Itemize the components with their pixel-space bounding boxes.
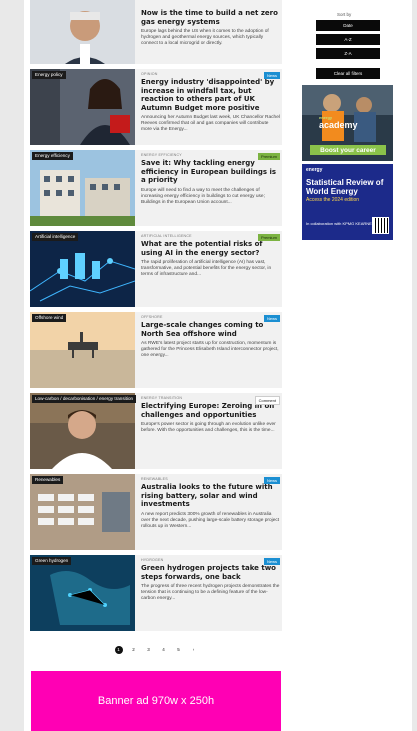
ad-collaboration: In collaboration with KPMG KEARNEY (306, 221, 375, 226)
article-thumbnail[interactable] (30, 474, 135, 550)
energy-academy-ad[interactable]: energy academy Boost your career (302, 85, 393, 161)
article-meta: RENEWABLES (141, 477, 168, 481)
article-title[interactable]: Now is the time to build a net zero gas … (141, 9, 280, 26)
article-excerpt: The progress of three recent hydrogen pr… (141, 584, 280, 602)
article-excerpt: As RWE's latest project starts up for co… (141, 341, 279, 359)
offshore-platform-sea-image (30, 312, 135, 388)
ad-title: Statistical Review of World Energy (306, 178, 384, 196)
article-title[interactable]: Australia looks to the future with risin… (141, 483, 280, 509)
article-type-badge: News (263, 315, 280, 322)
man-video-call-image (30, 393, 135, 469)
pagination: 1 2 3 4 5 › (24, 646, 288, 654)
article-type-badge: Premium (257, 153, 280, 160)
sort-a-z-button[interactable]: A-Z (316, 34, 380, 45)
chancellor-red-box-image (30, 69, 135, 145)
residential-buildings-image (30, 150, 135, 226)
ad-logo: energy (306, 167, 323, 173)
article-body: RENEWABLES Australia looks to the future … (141, 476, 280, 530)
article-type-badge: Comment (254, 396, 280, 405)
article-card[interactable]: Low-carbon / decarbonisation / energy tr… (30, 393, 282, 469)
article-card[interactable]: Now is the time to build a net zero gas … (30, 0, 282, 64)
article-excerpt: The rapid proliferation of artificial in… (141, 260, 272, 278)
hydrogen-map-image (30, 555, 135, 631)
article-category-tag[interactable]: Green hydrogen (32, 557, 72, 565)
article-body: Now is the time to build a net zero gas … (141, 2, 280, 47)
sort-label: Sort by (337, 12, 352, 17)
article-thumbnail[interactable] (30, 69, 135, 145)
article-type-badge: News (263, 558, 280, 565)
article-title[interactable]: What are the potential risks of using AI… (141, 240, 280, 257)
article-category-tag[interactable]: Energy efficiency (32, 152, 73, 160)
article-card[interactable]: Energy efficiency ENERGY EFFICIENCY Save i… (30, 150, 282, 226)
digital-energy-network-image (30, 231, 135, 307)
boost-career-button[interactable]: Boost your career (310, 145, 386, 155)
sort-date-button[interactable]: Date (316, 20, 380, 31)
article-meta: OPINION (141, 72, 158, 76)
article-category-tag[interactable]: Energy policy (32, 71, 66, 79)
page-number-button[interactable]: 3 (145, 646, 153, 654)
article-type-badge: News (263, 477, 280, 484)
ad-logo: energy academy (319, 115, 358, 130)
article-thumbnail[interactable] (30, 231, 135, 307)
page: Now is the time to build a net zero gas … (24, 0, 412, 731)
page-number-button[interactable]: 4 (160, 646, 168, 654)
article-category-tag[interactable]: Offshore wind (32, 314, 67, 322)
portrait-grey-hair-man-image (30, 0, 135, 64)
article-card[interactable]: Renewables RENEWABLES Australia looks to t… (30, 474, 282, 550)
banner-ad[interactable]: Banner ad 970w x 250h (31, 671, 281, 731)
page-number-button[interactable]: 1 (114, 646, 123, 654)
article-title[interactable]: Save it: Why tackling energy efficiency … (141, 159, 280, 185)
article-thumbnail[interactable] (30, 312, 135, 388)
article-type-badge: Premium (257, 234, 280, 241)
article-excerpt: Europe's power sector is going through a… (141, 422, 276, 434)
battery-storage-aerial-image (30, 474, 135, 550)
article-title[interactable]: Energy industry 'disappointed' by increa… (141, 78, 280, 112)
article-card[interactable]: Energy policy OPINION Energy industry 'dis… (30, 69, 282, 145)
article-excerpt: A new report predicts 300% growth of ren… (141, 511, 280, 529)
article-title[interactable]: Large-scale changes coming to North Sea … (141, 321, 280, 338)
page-number-button[interactable]: 2 (130, 646, 138, 654)
article-body: ENERGY EFFICIENCY Save it: Why tackling e… (141, 152, 280, 206)
article-card[interactable]: Offshore wind OFFSHORE Large-scale changes… (30, 312, 282, 388)
article-body: OFFSHORE Large-scale changes coming to No… (141, 314, 280, 359)
article-type-badge: News (263, 72, 280, 79)
article-body: HYDROGEN Green hydrogen projects take two… (141, 557, 280, 602)
article-thumbnail[interactable] (30, 0, 135, 64)
sort-z-a-button[interactable]: Z-A (316, 48, 380, 59)
article-meta (141, 2, 280, 8)
article-category-tag[interactable]: Low-carbon / decarbonisation / energy tr… (32, 395, 137, 403)
article-meta: OFFSHORE (141, 315, 163, 319)
article-thumbnail[interactable] (30, 393, 135, 469)
article-feed: Now is the time to build a net zero gas … (30, 0, 282, 636)
qr-code-icon (372, 217, 389, 234)
article-card[interactable]: Artificial intelligence ARTIFICIAL INTELL… (30, 231, 282, 307)
article-thumbnail[interactable] (30, 150, 135, 226)
article-category-tag[interactable]: Artificial intelligence (32, 233, 79, 241)
article-card[interactable]: Green hydrogen HYDROGEN Green hydrogen pro… (30, 555, 282, 631)
ad-subtitle: Access the 2024 edition (306, 197, 360, 203)
clear-filters-button[interactable]: Clear all filters (316, 68, 380, 79)
article-thumbnail[interactable] (30, 555, 135, 631)
article-excerpt: Europe lags behind the US when it comes … (141, 29, 269, 47)
ad-brand-sub: academy (319, 120, 358, 130)
article-title[interactable]: Green hydrogen projects take two steps f… (141, 564, 280, 581)
article-excerpt: Announcing her Autumn Budget last week, … (141, 115, 280, 133)
page-number-button[interactable]: 5 (175, 646, 183, 654)
banner-ad-label: Banner ad 970w x 250h (97, 695, 215, 707)
article-category-tag[interactable]: Renewables (32, 476, 64, 484)
statistical-review-ad[interactable]: energy Statistical Review of World Energ… (302, 164, 393, 240)
article-meta: HYDROGEN (141, 558, 164, 562)
article-excerpt: Europe will need to find a way to meet t… (141, 187, 265, 205)
article-body: OPINION Energy industry 'disappointed' by… (141, 71, 280, 133)
next-page-button[interactable]: › (190, 646, 198, 654)
